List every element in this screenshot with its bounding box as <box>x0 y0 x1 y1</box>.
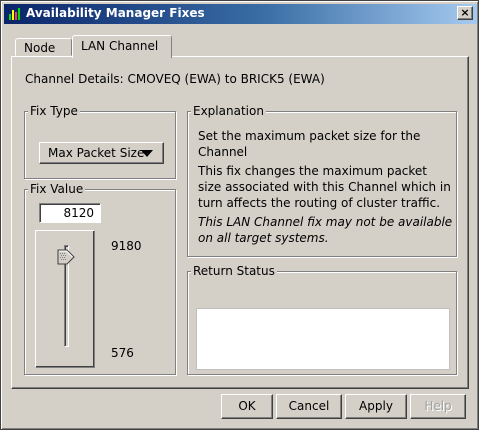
channel-details: Channel Details: CMOVEQ (EWA) to BRICK5 … <box>25 72 325 86</box>
app-bar-chart-icon <box>9 8 20 20</box>
apply-button[interactable]: Apply <box>345 394 407 419</box>
fix-type-dropdown[interactable]: Max Packet Size <box>39 142 164 164</box>
slider-min-label: 576 <box>111 346 134 360</box>
chevron-down-icon <box>141 150 153 157</box>
close-icon: × <box>460 6 470 19</box>
title-bar[interactable]: Availability Manager Fixes × <box>4 4 477 24</box>
explanation-line2: This fix changes the maximum packet size… <box>198 164 451 210</box>
tab-lan-channel[interactable]: LAN Channel <box>72 35 172 58</box>
slider-thumb[interactable] <box>57 249 75 265</box>
fix-type-title: Fix Type <box>28 104 80 118</box>
fix-value-input[interactable]: 8120 <box>39 203 101 223</box>
fix-type-group: Fix Type Max Packet Size <box>24 104 176 179</box>
slider-max-label: 9180 <box>111 239 142 253</box>
explanation-text: Set the maximum packet size for the Chan… <box>198 128 454 246</box>
help-button: Help <box>410 394 466 419</box>
ok-button[interactable]: OK <box>221 394 273 419</box>
explanation-title: Explanation <box>191 104 266 118</box>
window-title: Availability Manager Fixes <box>26 6 205 20</box>
slider-frame <box>35 230 95 368</box>
fix-value-group: Fix Value 8120 9180 576 <box>24 182 176 375</box>
fixes-window: Availability Manager Fixes × Node LAN Ch… <box>0 0 479 430</box>
return-status-title: Return Status <box>191 264 277 278</box>
explanation-line1: Set the maximum packet size for the Chan… <box>198 129 421 159</box>
fix-type-selected: Max Packet Size <box>48 146 145 160</box>
return-status-output <box>196 308 450 370</box>
explanation-group: Explanation Set the maximum packet size … <box>187 104 457 257</box>
return-status-group: Return Status <box>187 264 457 375</box>
cancel-button[interactable]: Cancel <box>276 394 342 419</box>
close-button[interactable]: × <box>457 6 473 20</box>
explanation-note: This LAN Channel fix may not be availabl… <box>198 215 453 245</box>
fix-value-title: Fix Value <box>28 182 86 196</box>
tab-node[interactable]: Node <box>15 38 72 56</box>
